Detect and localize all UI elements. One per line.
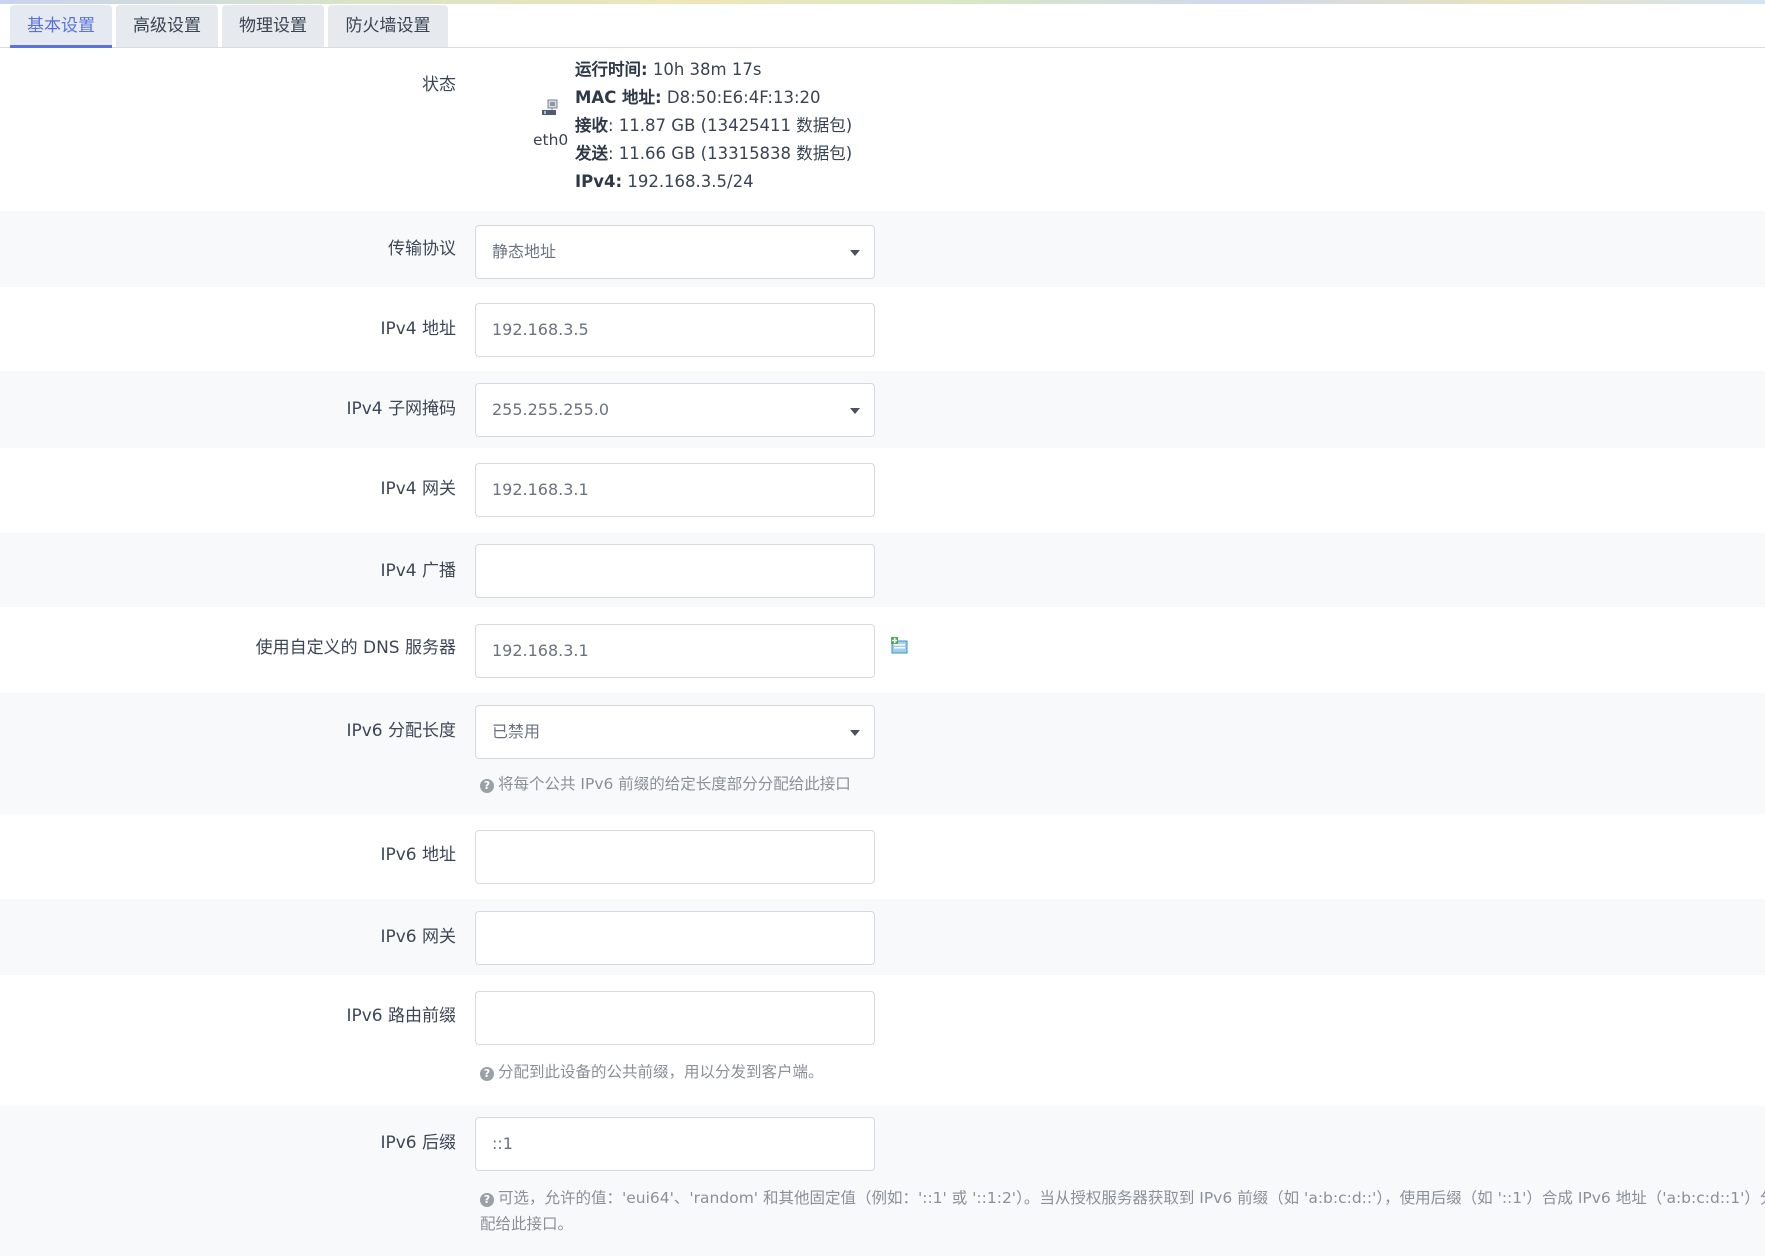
status-label: 状态 [422, 75, 456, 95]
ipv4-netmask-select[interactable]: 255.255.255.0 [475, 383, 875, 437]
custom-dns-row: 使用自定义的 DNS 服务器 192.168.3.1 [0, 607, 1765, 693]
tab-bar: 基本设置 高级设置 物理设置 防火墙设置 [0, 4, 1765, 48]
ipv4-gateway-input[interactable]: 192.168.3.1 [475, 463, 875, 517]
ipv4-gateway-label: IPv4 网关 [380, 479, 456, 499]
ipv6-suffix-label: IPv6 后缀 [380, 1133, 456, 1153]
ipv4-broadcast-row: IPv4 广播 [0, 533, 1765, 607]
tab-physical-settings[interactable]: 物理设置 [222, 5, 324, 47]
ipv4-netmask-value: 255.255.255.0 [492, 400, 610, 419]
ipv4-address-label: IPv4 地址 [380, 319, 456, 339]
ipv6-gateway-input[interactable] [475, 911, 875, 965]
chevron-down-icon [850, 408, 860, 414]
uptime-line: 运行时间: 10h 38m 17s [575, 60, 762, 79]
protocol-value: 静态地址 [492, 242, 557, 261]
ipv6-suffix-hint: ? 可选，允许的值：'eui64'、'random' 和其他固定值（例如：'::1… [480, 1189, 1765, 1233]
ipv6-assign-value: 已禁用 [492, 722, 541, 741]
ethernet-port-icon [542, 99, 558, 115]
ipv4-netmask-label: IPv4 子网掩码 [346, 399, 456, 419]
ipv6-assign-label: IPv6 分配长度 [346, 721, 456, 741]
ipv4-broadcast-input[interactable] [475, 544, 875, 598]
ipv6-suffix-input[interactable]: ::1 [475, 1117, 875, 1171]
status-details: 运行时间: 10h 38m 17s MAC 地址: D8:50:E6:4F:13… [575, 56, 852, 196]
chevron-down-icon [850, 250, 860, 256]
ipv4-address-input[interactable]: 192.168.3.5 [475, 303, 875, 357]
protocol-select[interactable]: 静态地址 [475, 225, 875, 279]
ipv6-prefix-input[interactable] [475, 991, 875, 1045]
ipv4-broadcast-label: IPv4 广播 [380, 561, 456, 581]
ipv6-prefix-label: IPv6 路由前缀 [346, 1006, 456, 1026]
chevron-down-icon [850, 730, 860, 736]
help-icon: ? [480, 1193, 494, 1207]
rx-line: 接收: 11.87 GB (13425411 数据包) [575, 116, 853, 135]
ipv4-address-row: IPv4 地址 192.168.3.5 [0, 287, 1765, 371]
tab-advanced-settings[interactable]: 高级设置 [116, 5, 218, 47]
ipv6-assign-row: IPv6 分配长度 已禁用 ? 将每个公共 IPv6 前缀的给定长度部分分配给此接… [0, 693, 1765, 814]
ipv6-prefix-row: IPv6 路由前缀 ? 分配到此设备的公共前缀，用以分发到客户端。 [0, 975, 1765, 1106]
help-icon: ? [480, 779, 494, 793]
tab-basic-settings[interactable]: 基本设置 [10, 5, 112, 48]
add-dns-icon[interactable] [890, 636, 910, 656]
mac-line: MAC 地址: D8:50:E6:4F:13:20 [575, 88, 821, 107]
help-icon: ? [480, 1067, 494, 1081]
device-name: eth0 [533, 131, 569, 149]
protocol-row: 传输协议 静态地址 [0, 211, 1765, 287]
tab-firewall-settings[interactable]: 防火墙设置 [328, 5, 448, 47]
ipv6-address-label: IPv6 地址 [380, 845, 456, 865]
ipv4-gateway-row: IPv4 网关 192.168.3.1 [0, 448, 1765, 533]
ipv6-assign-select[interactable]: 已禁用 [475, 705, 875, 759]
protocol-label: 传输协议 [388, 239, 456, 259]
ipv4-line: IPv4: 192.168.3.5/24 [575, 172, 754, 191]
status-row: 状态 [0, 48, 1765, 211]
ipv6-suffix-row: IPv6 后缀 ::1 ? 可选，允许的值：'eui64'、'random' 和其… [0, 1106, 1765, 1256]
ipv6-prefix-hint: ? 分配到此设备的公共前缀，用以分发到客户端。 [480, 1059, 824, 1085]
tx-line: 发送: 11.66 GB (13315838 数据包) [575, 144, 853, 163]
ipv6-gateway-row: IPv6 网关 [0, 899, 1765, 975]
custom-dns-input[interactable]: 192.168.3.1 [475, 624, 875, 678]
custom-dns-label: 使用自定义的 DNS 服务器 [255, 638, 456, 658]
ipv6-address-input[interactable] [475, 830, 875, 884]
ipv6-gateway-label: IPv6 网关 [380, 927, 456, 947]
ipv4-netmask-row: IPv4 子网掩码 255.255.255.0 [0, 371, 1765, 448]
ipv6-assign-hint: ? 将每个公共 IPv6 前缀的给定长度部分分配给此接口 [480, 771, 851, 797]
ipv6-address-row: IPv6 地址 [0, 814, 1765, 899]
